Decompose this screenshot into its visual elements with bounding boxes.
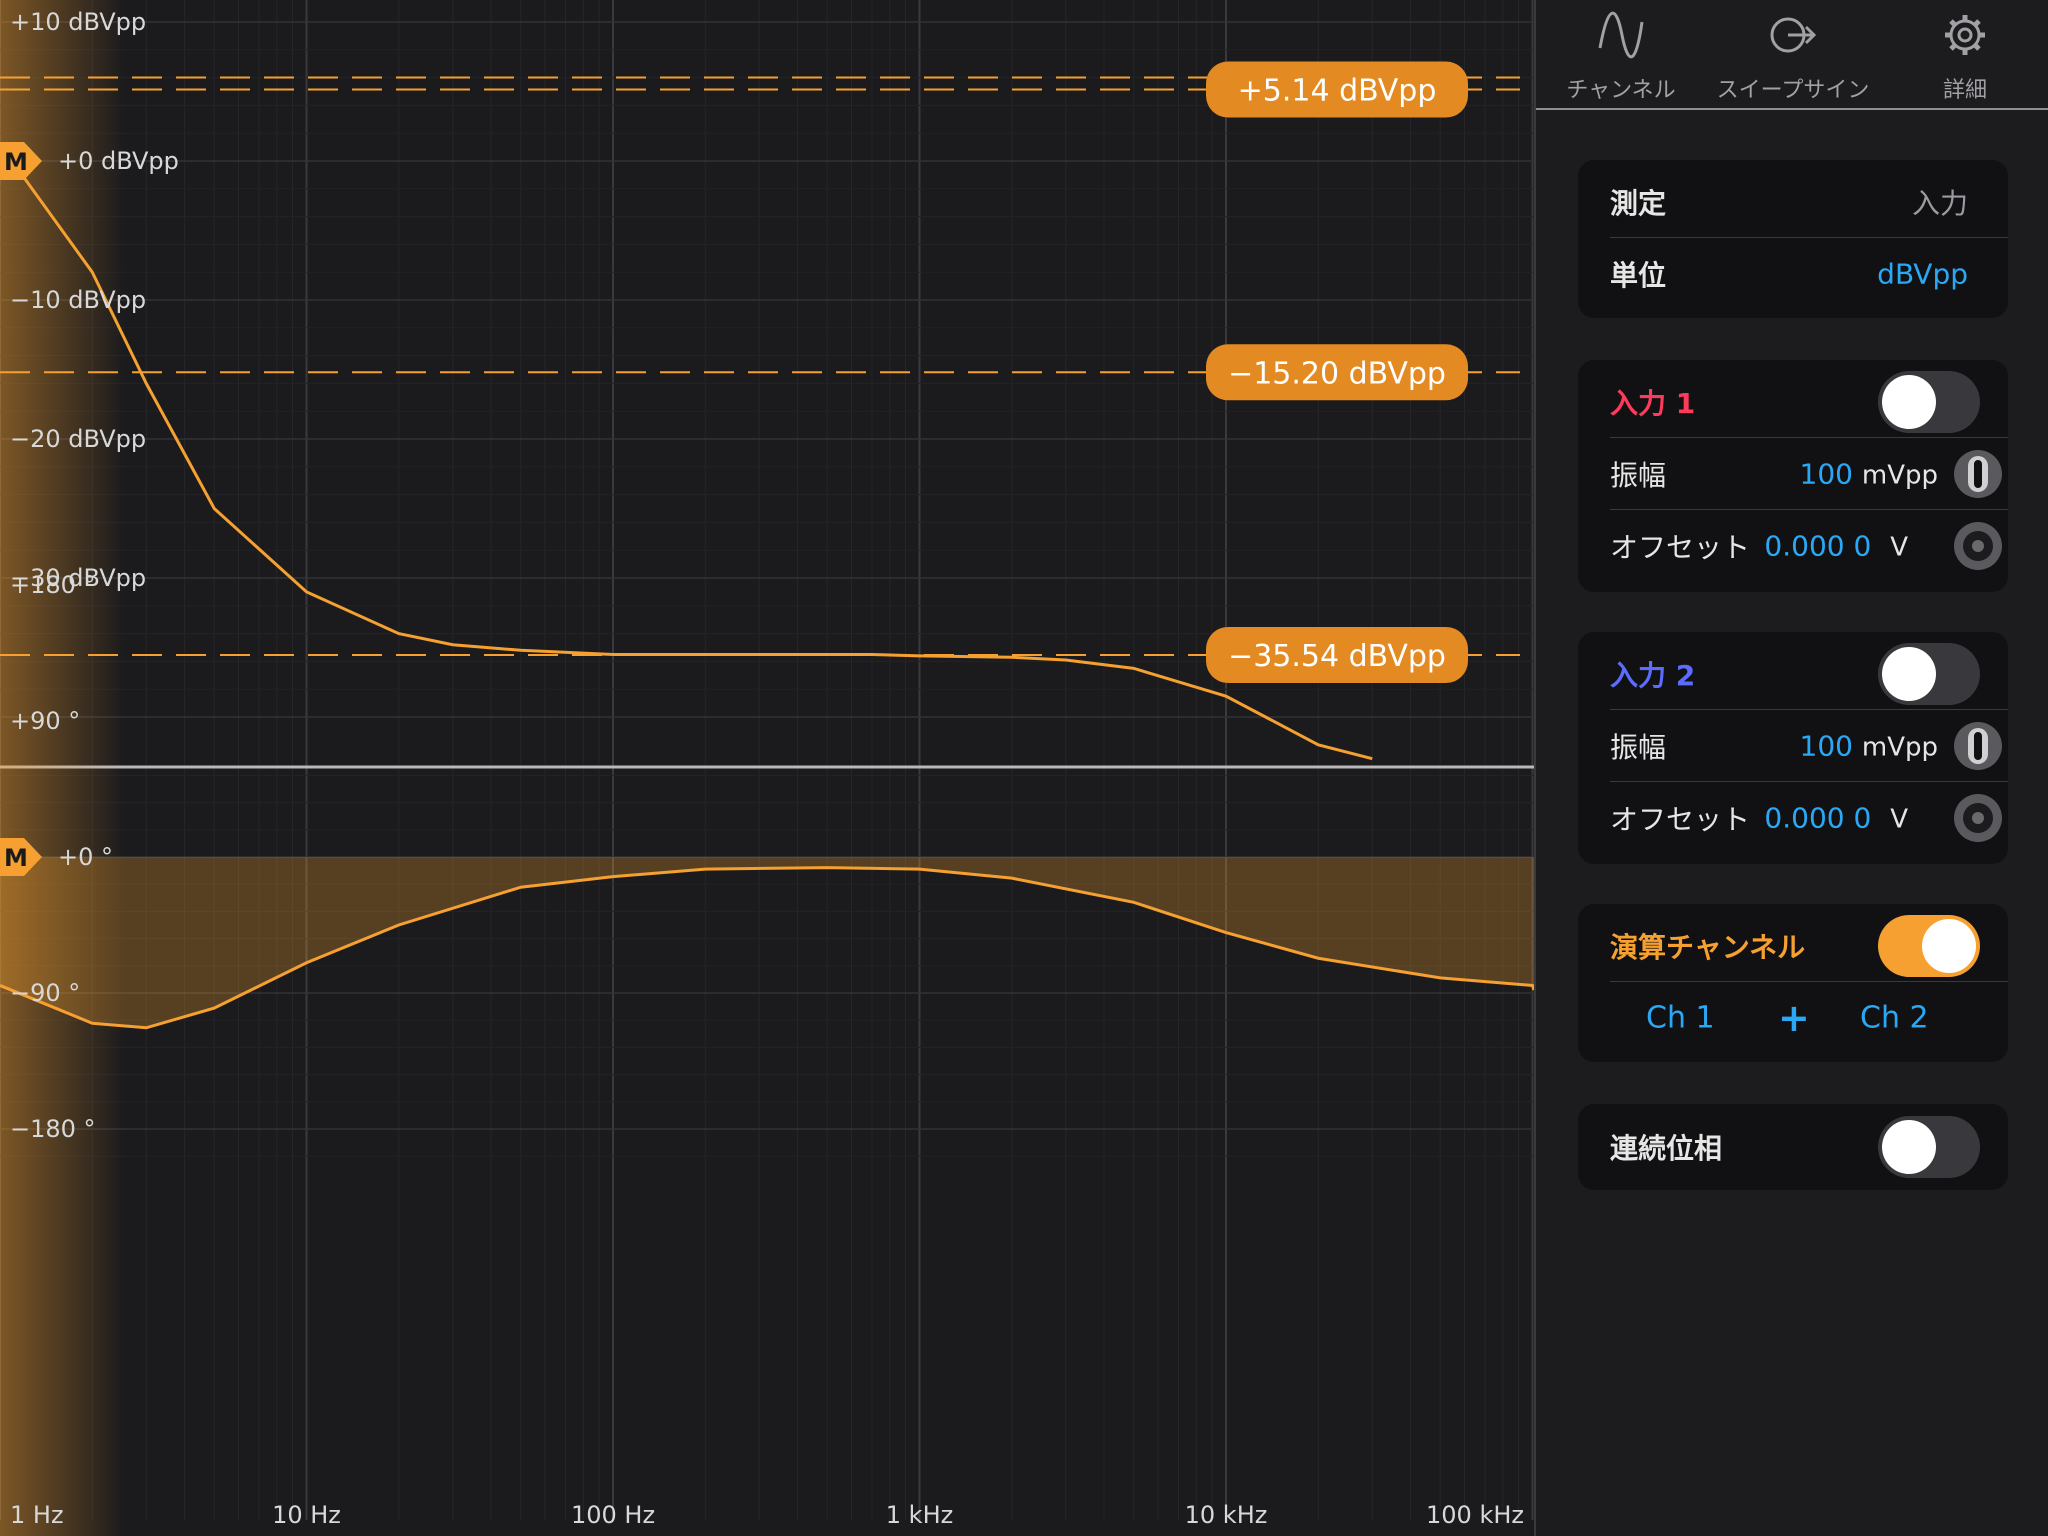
phase-tick-label: +0 ° xyxy=(58,843,113,871)
input1-amplitude-knob[interactable] xyxy=(1954,450,2002,498)
reference-marker-letter: M xyxy=(4,844,28,872)
magnitude-tick-label: +0 dBVpp xyxy=(58,147,179,175)
input1-offset-row[interactable]: オフセット 0.000 0 V xyxy=(1610,510,2008,582)
input2-offset-value[interactable]: 0.000 0 xyxy=(1764,802,1871,835)
phase-tick-label: +90 ° xyxy=(10,707,80,735)
tab-bar: チャンネル スイープサイン 詳細 xyxy=(1536,0,2048,110)
input2-header-row: 入力 2 xyxy=(1610,638,2008,710)
input2-amplitude-label: 振幅 xyxy=(1610,731,1667,764)
input2-offset-unit: V xyxy=(1890,804,1908,835)
bode-plot-svg[interactable]: +5.14 dBVpp −15.20 dBVpp −35.54 dBVpp +10 … xyxy=(0,0,1534,1536)
math-operand-2[interactable]: Ch 2 xyxy=(1860,1001,1929,1036)
frequency-tick-label: 10 Hz xyxy=(272,1501,341,1529)
input2-amplitude-unit: mVpp xyxy=(1861,732,1938,763)
tab-channel-label: チャンネル xyxy=(1566,78,1676,103)
input1-amplitude-unit: mVpp xyxy=(1861,460,1938,491)
tab-sweep-sine[interactable]: スイープサイン xyxy=(1708,0,1878,108)
reference-marker-letter: M xyxy=(4,148,28,176)
frequency-tick-label: 100 Hz xyxy=(571,1501,655,1529)
magnitude-tick-label: −10 dBVpp xyxy=(10,286,146,314)
input2-toggle[interactable] xyxy=(1878,643,1980,705)
input2-amplitude-row[interactable]: 振幅 100 mVpp xyxy=(1610,710,2008,782)
input1-card: 入力 1 振幅 100 mVpp オフセット 0.000 0 V xyxy=(1578,360,2008,592)
input1-offset-knob[interactable] xyxy=(1954,522,2002,570)
continuous-phase-card: 連続位相 xyxy=(1578,1104,2008,1190)
input1-offset-label: オフセット xyxy=(1610,531,1751,564)
marker-value-label: −35.54 dBVpp xyxy=(1228,639,1446,674)
continuous-phase-label: 連続位相 xyxy=(1610,1132,1723,1165)
toggle-knob xyxy=(1882,647,1936,701)
unit-value: dBVpp xyxy=(1877,257,1968,291)
math-channel-card: 演算チャンネル Ch 1 + Ch 2 xyxy=(1578,904,2008,1062)
input1-offset-unit: V xyxy=(1890,532,1908,563)
input1-amplitude-label: 振幅 xyxy=(1610,459,1667,492)
phase-tick-label: −90 ° xyxy=(10,979,80,1007)
math-channel-title: 演算チャンネル xyxy=(1610,931,1806,964)
phase-fill-area xyxy=(0,857,1534,1028)
input2-offset-row[interactable]: オフセット 0.000 0 V xyxy=(1610,782,2008,854)
input2-amplitude-knob[interactable] xyxy=(1954,722,2002,770)
continuous-phase-row: 連続位相 xyxy=(1610,1111,2008,1183)
settings-panel: チャンネル スイープサイン 詳細 測定 入力 単位 dBVpp 入力 1 振幅 … xyxy=(1534,0,2048,1536)
measure-value: 入力 xyxy=(1911,187,1968,220)
magnitude-tick-label: +10 dBVpp xyxy=(10,8,146,36)
tab-channel[interactable]: チャンネル xyxy=(1536,0,1706,108)
toggle-knob xyxy=(1882,375,1936,429)
frequency-tick-label: 10 kHz xyxy=(1185,1501,1268,1529)
tab-details-label: 詳細 xyxy=(1942,78,1987,103)
measure-row[interactable]: 測定 入力 xyxy=(1610,166,2008,238)
math-operand-1[interactable]: Ch 1 xyxy=(1646,1001,1715,1036)
input1-amplitude-value[interactable]: 100 xyxy=(1800,458,1853,491)
input1-offset-value[interactable]: 0.000 0 xyxy=(1764,530,1871,563)
unit-label: 単位 xyxy=(1610,259,1667,292)
input1-toggle[interactable] xyxy=(1878,371,1980,433)
toggle-knob xyxy=(1922,919,1976,973)
frequency-tick-label: 1 kHz xyxy=(886,1501,953,1529)
marker-value-label: −15.20 dBVpp xyxy=(1228,356,1446,391)
input2-offset-knob[interactable] xyxy=(1954,794,2002,842)
input1-title: 入力 1 xyxy=(1610,387,1696,420)
tab-sweep-sine-label: スイープサイン xyxy=(1716,78,1870,103)
frequency-tick-label: 1 Hz xyxy=(10,1501,64,1529)
gear-icon xyxy=(1940,10,1990,64)
bode-plot-area[interactable]: +5.14 dBVpp −15.20 dBVpp −35.54 dBVpp +10 … xyxy=(0,0,1534,1536)
measure-card: 測定 入力 単位 dBVpp xyxy=(1578,160,2008,318)
measure-label: 測定 xyxy=(1610,187,1667,220)
input1-amplitude-row[interactable]: 振幅 100 mVpp xyxy=(1610,438,2008,510)
continuous-phase-toggle[interactable] xyxy=(1878,1116,1980,1178)
tab-details[interactable]: 詳細 xyxy=(1880,0,2048,108)
math-channel-toggle[interactable] xyxy=(1878,915,1980,977)
frequency-tick-label: 100 kHz xyxy=(1426,1501,1524,1529)
phase-tick-label: +180 ° xyxy=(10,571,96,599)
marker-value-label: +5.14 dBVpp xyxy=(1238,74,1437,109)
input2-amplitude-value[interactable]: 100 xyxy=(1800,730,1853,763)
math-expression-row: Ch 1 + Ch 2 xyxy=(1578,982,2008,1054)
toggle-knob xyxy=(1882,1120,1936,1174)
input2-card: 入力 2 振幅 100 mVpp オフセット 0.000 0 V xyxy=(1578,632,2008,864)
sine-wave-icon xyxy=(1596,10,1646,64)
sweep-export-icon xyxy=(1768,10,1818,64)
phase-tick-label: −180 ° xyxy=(10,1115,96,1143)
math-operator[interactable]: + xyxy=(1778,996,1810,1040)
magnitude-tick-label: −20 dBVpp xyxy=(10,425,146,453)
input2-title: 入力 2 xyxy=(1610,659,1696,692)
input1-header-row: 入力 1 xyxy=(1610,366,2008,438)
math-header-row: 演算チャンネル xyxy=(1610,910,2008,982)
unit-row[interactable]: 単位 dBVpp xyxy=(1610,238,2008,310)
input2-offset-label: オフセット xyxy=(1610,803,1751,836)
magnitude-series-line xyxy=(0,143,1373,761)
